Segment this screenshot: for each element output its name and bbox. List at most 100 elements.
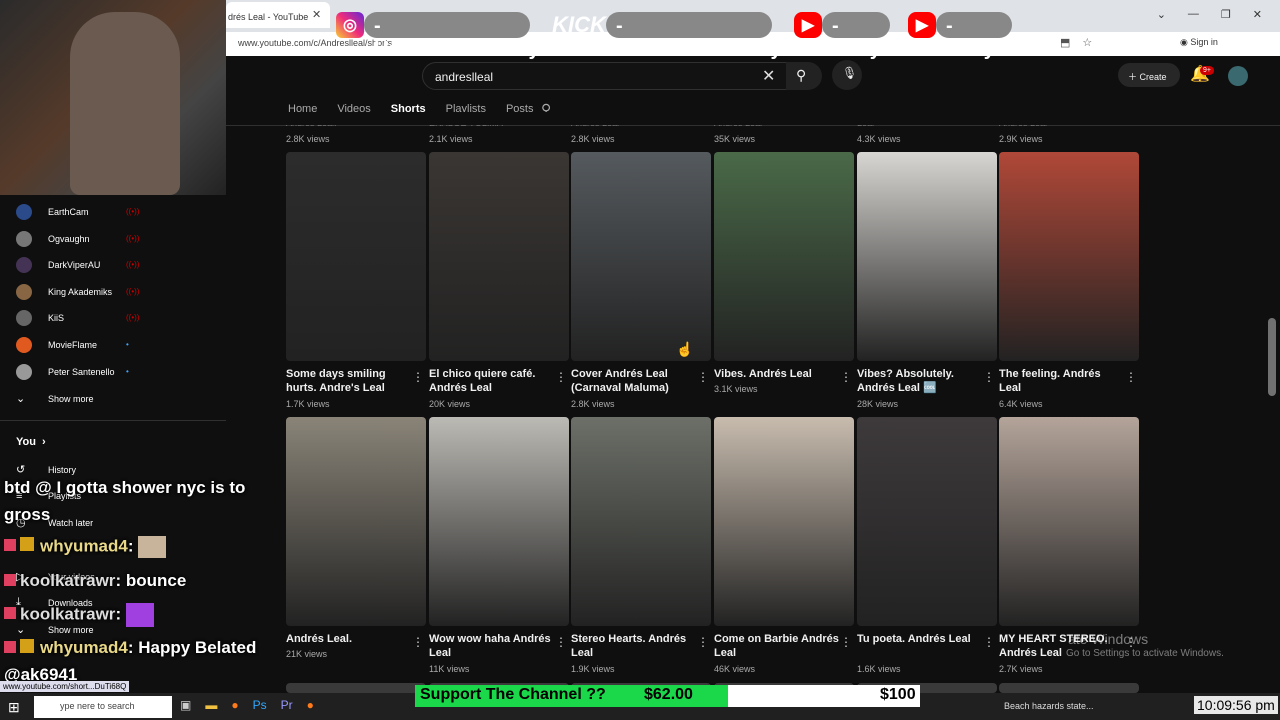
sidebar-item-history[interactable]: ↺ History (16, 463, 76, 476)
short-thumbnail[interactable] (286, 152, 426, 361)
short-title[interactable]: Wow wow haha Andrés Leal (429, 632, 554, 660)
chevron-down-icon: ⌄ (16, 393, 26, 405)
short-thumbnail[interactable] (571, 152, 711, 361)
search-button[interactable]: ⚲ (786, 62, 822, 90)
gift-badge-icon (20, 639, 34, 653)
minimize-icon[interactable]: — (1188, 8, 1199, 21)
more-options-icon[interactable]: ⋮ (555, 370, 567, 384)
sidebar-subscription[interactable]: DarkViperAU (16, 253, 100, 277)
short-views: 20K views (429, 399, 471, 409)
short-title[interactable]: Stereo Hearts. Andrés Leal (571, 632, 696, 660)
short-title[interactable]: Tu poeta. Andrés Leal (857, 632, 982, 646)
more-options-icon[interactable]: ⋮ (1125, 370, 1137, 384)
chat-text: gross (4, 505, 51, 524)
short-views: 2.8K views (571, 134, 615, 144)
taskbar-clock[interactable]: 10:09:56 pm (1194, 696, 1278, 714)
more-options-icon[interactable]: ⋮ (983, 635, 995, 649)
sidebar-subscription[interactable]: Ogvaughn (16, 227, 90, 251)
photoshop-icon[interactable]: Ps (253, 698, 267, 712)
donation-goal: $100 (880, 686, 916, 703)
sub-badge-icon (4, 574, 16, 586)
premiere-icon[interactable]: Pr (281, 698, 293, 712)
short-thumbnail-partial[interactable] (286, 683, 426, 693)
short-thumbnail[interactable] (999, 417, 1139, 626)
taskbar-search-input[interactable]: ype nere to search (34, 696, 172, 718)
sidebar-subscription[interactable]: KiiS (16, 306, 64, 330)
search-input[interactable]: andreslleal (422, 62, 790, 90)
close-window-icon[interactable]: ✕ (1253, 8, 1262, 21)
short-thumbnail[interactable] (857, 417, 997, 626)
short-title[interactable]: Come on Barbie Andrés Leal (714, 632, 839, 660)
create-button[interactable]: ＋ Create (1118, 63, 1180, 87)
install-app-icon[interactable]: ⬒ (1060, 36, 1070, 49)
more-options-icon[interactable]: ⋮ (412, 370, 424, 384)
sidebar-subscription[interactable]: Peter Santenello (16, 360, 115, 384)
short-views: 1.6K views (857, 664, 901, 674)
short-title[interactable]: El chico quiere café. Andrés Leal (429, 367, 554, 395)
sidebar-subscription[interactable]: King Akademiks (16, 280, 112, 304)
sidebar-you[interactable]: You › (16, 436, 46, 448)
activate-windows-subtitle: Go to Settings to activate Windows. (1066, 648, 1224, 659)
chat-text: : Happy Belated (127, 638, 257, 657)
short-views: 2.7K views (999, 664, 1043, 674)
weather-tray[interactable]: Beach hazards state... (1004, 701, 1094, 711)
short-thumbnail[interactable] (857, 152, 997, 361)
windows-start-icon[interactable]: ⊞ (8, 699, 20, 716)
clear-search-icon[interactable]: ✕ (762, 66, 775, 86)
account-avatar[interactable] (1228, 66, 1248, 86)
short-title[interactable]: Some days smiling hurts. Andre's Leal (286, 367, 411, 395)
short-views: 28K views (857, 399, 899, 409)
more-options-icon[interactable]: ⋮ (555, 635, 567, 649)
short-title[interactable]: Cover Andrés Leal (Carnaval Maluma) (571, 367, 696, 395)
short-title[interactable]: The feeling. Andrés Leal (999, 367, 1124, 395)
streamer-silhouette (70, 12, 180, 195)
short-title[interactable]: Andrés Leal. (286, 632, 411, 646)
more-options-icon[interactable]: ⋮ (697, 635, 709, 649)
live-indicator-icon: ((•)) (126, 207, 140, 216)
status-bar-url: www.youtube.com/short...DuTi68Q (0, 681, 130, 692)
live-indicator-icon: ((•)) (126, 260, 140, 270)
more-options-icon[interactable]: ⋮ (697, 370, 709, 384)
more-options-icon[interactable]: ⋮ (840, 370, 852, 384)
short-title[interactable]: Vibes. Andrés Leal (714, 367, 839, 381)
short-views: 3.1K views (714, 384, 758, 394)
instagram-banner: - HarmoniousYuriy (364, 12, 540, 60)
show-more-subs[interactable]: ⌄ Show more (16, 392, 94, 405)
tab-search-chevron-icon[interactable]: ⌄ (1157, 8, 1166, 21)
short-thumbnail[interactable] (571, 417, 711, 626)
more-options-icon[interactable]: ⋮ (983, 370, 995, 384)
more-options-icon[interactable]: ⋮ (412, 635, 424, 649)
kick-icon: KICK (552, 12, 606, 37)
short-thumbnail[interactable] (999, 152, 1139, 361)
bookmark-star-icon[interactable]: ☆ (1082, 36, 1092, 49)
short-thumbnail[interactable] (714, 152, 854, 361)
subscription-name: DarkViperAU (48, 260, 101, 271)
more-options-icon[interactable]: ⋮ (840, 635, 852, 649)
close-tab-icon[interactable]: ✕ (312, 8, 321, 21)
mouse-cursor-icon: ☝ (676, 341, 694, 357)
maximize-icon[interactable]: ❐ (1221, 8, 1231, 21)
new-content-dot-icon: • (126, 340, 129, 349)
url-text[interactable]: www.youtube.com/c/Andreslleal/shorts (238, 38, 392, 48)
youtube-icon: ▶ (794, 12, 822, 38)
short-title[interactable]: Vibes? Absolutely. Andrés Leal 🆒 (857, 367, 982, 395)
short-thumbnail[interactable] (714, 417, 854, 626)
browser-icon[interactable]: ● (307, 698, 314, 712)
browser-sign-in[interactable]: ◉ Sign in (1180, 37, 1218, 48)
voice-search-button[interactable]: 🎙 (832, 60, 862, 90)
chat-username: koolkatrawr (20, 571, 116, 590)
short-thumbnail[interactable] (286, 417, 426, 626)
file-explorer-icon[interactable]: ▬ (205, 698, 217, 712)
subscription-name: King Akademiks (48, 286, 113, 297)
short-thumbnail-partial[interactable] (999, 683, 1139, 693)
sidebar-subscription[interactable]: MovieFlame (16, 333, 97, 357)
channel-avatar (16, 363, 32, 380)
firefox-icon[interactable]: ● (231, 698, 238, 712)
you-label: You (16, 436, 36, 448)
watch-later-label: Watch later (48, 517, 94, 528)
task-view-icon[interactable]: ▣ (180, 698, 191, 712)
short-thumbnail[interactable] (429, 417, 569, 626)
sidebar-subscription[interactable]: EarthCam (16, 200, 89, 224)
short-thumbnail[interactable] (429, 152, 569, 361)
page-scrollbar[interactable] (1268, 318, 1276, 396)
